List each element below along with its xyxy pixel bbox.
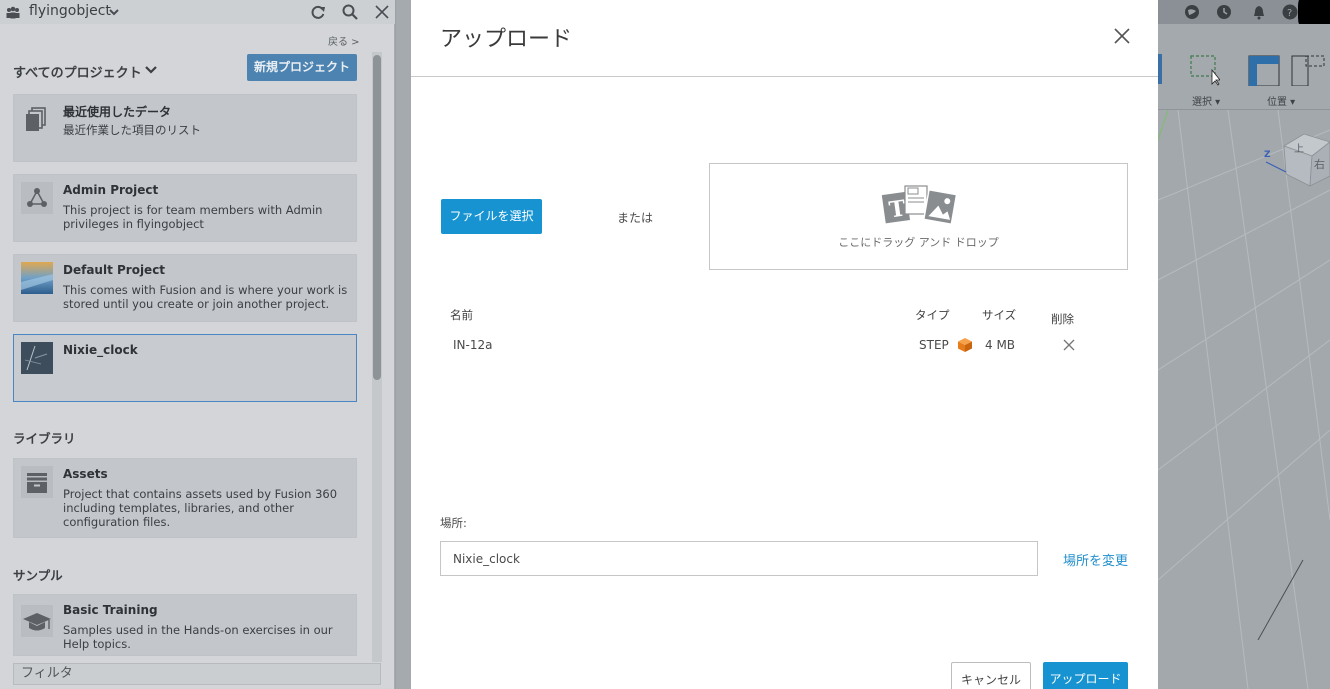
refresh-icon[interactable] bbox=[309, 3, 327, 21]
ribbon-edge bbox=[1158, 54, 1162, 84]
column-header-type: タイプ bbox=[915, 308, 950, 322]
select-box-icon[interactable] bbox=[1188, 54, 1220, 86]
svg-text:?: ? bbox=[1287, 8, 1292, 19]
upload-dialog: アップロード ファイルを選択 または T ここにドラッグ アンド ドロップ 名前… bbox=[411, 0, 1158, 689]
card-title: Basic Training bbox=[63, 603, 158, 617]
card-description: 最近作業した項目のリスト bbox=[63, 123, 201, 137]
card-description: This comes with Fusion and is where your… bbox=[63, 283, 348, 311]
archive-icon bbox=[21, 466, 53, 498]
team-icon bbox=[6, 6, 20, 19]
file-row: IN-12a STEP 4 MB bbox=[411, 330, 1158, 360]
card-title: Admin Project bbox=[63, 183, 159, 197]
close-icon[interactable] bbox=[373, 3, 391, 21]
card-description: This project is for team members with Ad… bbox=[63, 203, 323, 231]
drop-zone-label: ここにドラッグ アンド ドロップ bbox=[838, 236, 999, 249]
viewcube[interactable]: 上 右 Z bbox=[1256, 128, 1330, 192]
location-label: 場所: bbox=[440, 516, 467, 530]
library-section-label: ライブラリ bbox=[13, 431, 76, 446]
help-icon[interactable]: ? bbox=[1282, 4, 1298, 20]
graduation-cap-icon bbox=[21, 605, 53, 637]
back-link[interactable]: 戻る > bbox=[328, 33, 360, 48]
close-icon[interactable] bbox=[1111, 25, 1133, 47]
axis-z-label: Z bbox=[1264, 150, 1271, 160]
project-card-recent[interactable]: 最近使用したデータ 最近作業した項目のリスト bbox=[13, 94, 357, 162]
ribbon-right: 選択 ▾ 位置 ▾ bbox=[1158, 24, 1330, 110]
viewcube-right-face[interactable]: 右 bbox=[1314, 156, 1325, 172]
chevron-down-icon[interactable] bbox=[107, 5, 121, 19]
samples-section-label: サンプル bbox=[13, 568, 63, 583]
change-location-link[interactable]: 場所を変更 bbox=[1063, 550, 1128, 569]
project-card-assets[interactable]: Assets Project that contains assets used… bbox=[13, 458, 357, 538]
dialog-divider bbox=[411, 76, 1158, 77]
card-description: Project that contains assets used by Fus… bbox=[63, 487, 338, 529]
drop-zone[interactable]: T ここにドラッグ アンド ドロップ bbox=[709, 163, 1128, 270]
project-card-admin[interactable]: Admin Project This project is for team m… bbox=[13, 174, 357, 242]
project-thumbnail bbox=[21, 342, 53, 374]
file-name: IN-12a bbox=[453, 338, 493, 352]
new-project-button[interactable]: 新規プロジェクト bbox=[247, 54, 357, 81]
position-alt-icon[interactable] bbox=[1288, 54, 1328, 86]
card-description: Samples used in the Hands-on exercises i… bbox=[63, 623, 333, 651]
clock-icon[interactable] bbox=[1216, 4, 1232, 20]
file-size: 4 MB bbox=[985, 338, 1016, 352]
filter-input[interactable]: フィルタ bbox=[13, 663, 381, 685]
chevron-down-icon[interactable] bbox=[143, 62, 159, 78]
column-header-name: 名前 bbox=[450, 308, 473, 322]
viewcube-top-face[interactable]: 上 bbox=[1294, 140, 1304, 155]
top-toolbar-right: ? bbox=[1158, 0, 1330, 38]
choose-file-button[interactable]: ファイルを選択 bbox=[441, 199, 542, 234]
hub-name[interactable]: flyingobject bbox=[29, 3, 111, 19]
projects-header[interactable]: すべてのプロジェクト bbox=[13, 62, 142, 81]
upload-button[interactable]: アップロード bbox=[1043, 662, 1128, 689]
position-icon[interactable] bbox=[1246, 54, 1282, 86]
cancel-button[interactable]: キャンセル bbox=[951, 662, 1031, 689]
delete-icon[interactable] bbox=[1062, 338, 1076, 352]
file-type: STEP bbox=[919, 338, 949, 352]
search-icon[interactable] bbox=[341, 3, 359, 21]
column-header-delete: 削除 bbox=[1051, 312, 1074, 326]
step-file-icon bbox=[958, 338, 972, 352]
file-upload-icon: T bbox=[880, 185, 958, 226]
or-label: または bbox=[617, 211, 654, 225]
scrollbar-thumb[interactable] bbox=[373, 55, 381, 380]
position-label[interactable]: 位置 ▾ bbox=[1267, 93, 1295, 108]
canvas-background-left bbox=[396, 0, 412, 689]
card-title: 最近使用したデータ bbox=[63, 105, 172, 119]
column-header-size: サイズ bbox=[982, 308, 1017, 322]
share-nodes-icon bbox=[21, 182, 53, 214]
card-title: Assets bbox=[63, 467, 108, 481]
project-card-nixie-clock[interactable]: Nixie_clock bbox=[13, 334, 357, 402]
dialog-title: アップロード bbox=[440, 27, 573, 52]
project-card-default[interactable]: Default Project This comes with Fusion a… bbox=[13, 254, 357, 322]
data-panel-header: flyingobject bbox=[0, 0, 395, 24]
globe-icon[interactable] bbox=[1184, 4, 1200, 20]
project-thumbnail bbox=[21, 262, 53, 294]
files-icon bbox=[26, 107, 46, 131]
location-field[interactable]: Nixie_clock bbox=[440, 541, 1038, 576]
card-title: Nixie_clock bbox=[63, 343, 138, 357]
select-label[interactable]: 選択 ▾ bbox=[1192, 93, 1220, 108]
card-title: Default Project bbox=[63, 263, 166, 277]
bell-icon[interactable] bbox=[1251, 4, 1267, 20]
project-card-basic-training[interactable]: Basic Training Samples used in the Hands… bbox=[13, 594, 357, 656]
data-panel: flyingobject 戻る > すべてのプロジェクト 新規プロジェクト 最近… bbox=[0, 0, 395, 689]
